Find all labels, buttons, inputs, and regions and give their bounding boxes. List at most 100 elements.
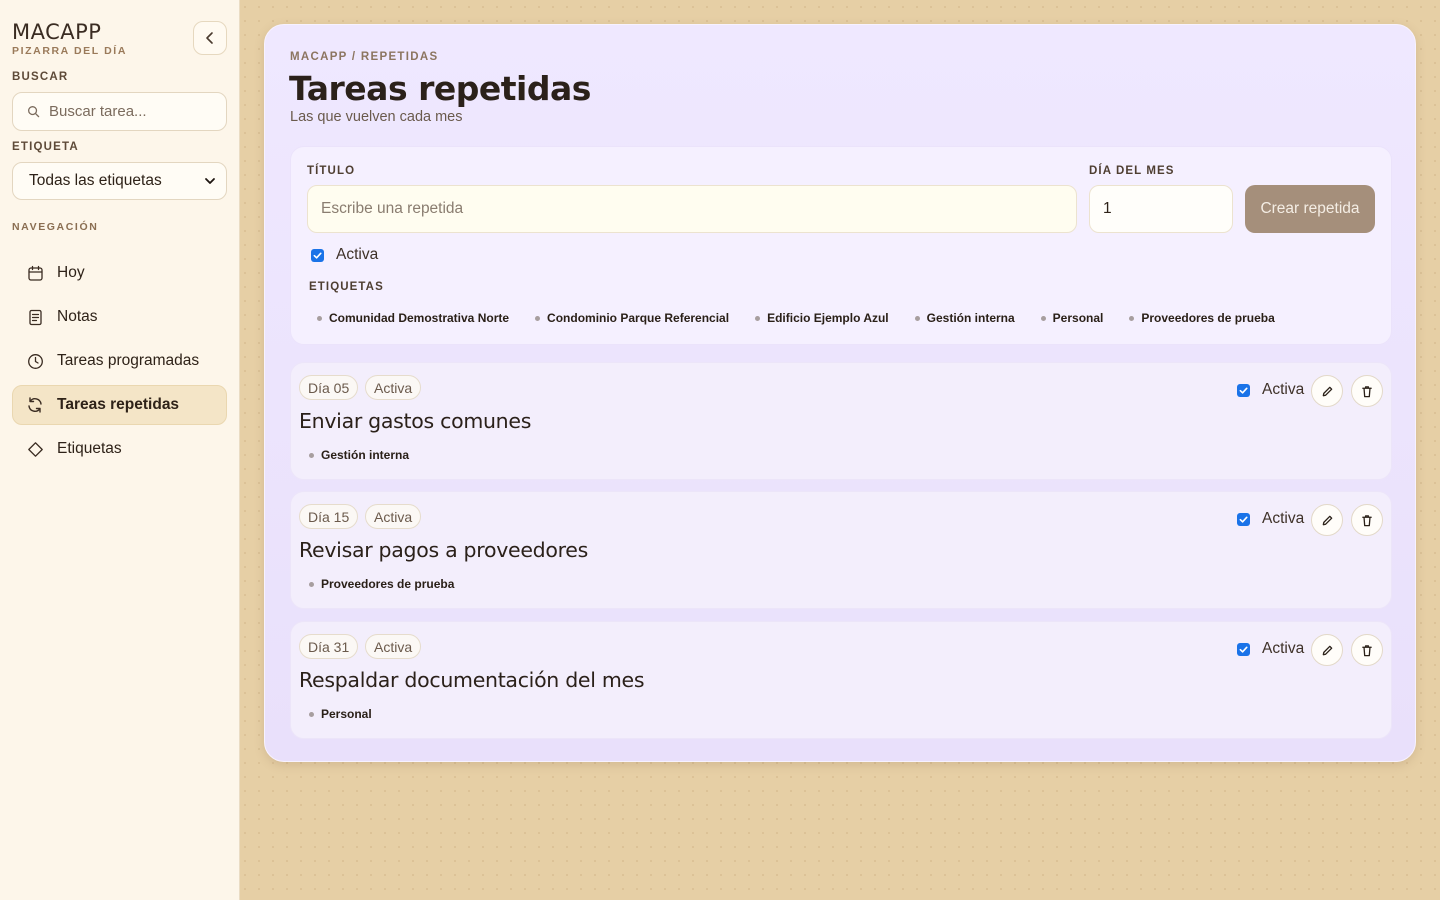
document-icon bbox=[25, 307, 45, 327]
check-icon bbox=[313, 252, 322, 259]
sidebar-item-tareas-repetidas[interactable]: Tareas repetidas bbox=[12, 385, 227, 425]
form-active-toggle[interactable]: Activa bbox=[311, 246, 378, 264]
search-icon bbox=[28, 106, 40, 118]
status-badge: Activa bbox=[365, 375, 422, 400]
sidebar-item-tareas-programadas[interactable]: Tareas programadas bbox=[12, 341, 227, 381]
breadcrumb: MACAPP / REPETIDAS bbox=[290, 51, 439, 63]
sidebar-item-hoy[interactable]: Hoy bbox=[12, 253, 227, 293]
active-label: Activa bbox=[1262, 510, 1305, 527]
delete-button[interactable] bbox=[1351, 375, 1383, 407]
edit-button[interactable] bbox=[1311, 634, 1343, 666]
day-field-label: DÍA DEL MES bbox=[1089, 165, 1175, 177]
chevron-down-icon bbox=[205, 178, 215, 184]
pencil-icon bbox=[1322, 645, 1332, 655]
task-tag-label: Personal bbox=[321, 707, 372, 721]
tag-options: Comunidad Demostrativa Norte Condominio … bbox=[309, 307, 1293, 329]
search-field[interactable] bbox=[12, 92, 227, 131]
tag-dot bbox=[1040, 315, 1046, 321]
sidebar-item-etiquetas[interactable]: Etiquetas bbox=[12, 429, 227, 469]
sidebar-item-label: Tareas repetidas bbox=[57, 396, 180, 413]
active-checkbox[interactable] bbox=[1237, 642, 1250, 656]
check-icon bbox=[1239, 516, 1248, 523]
trash-icon bbox=[1362, 514, 1372, 526]
tag-option-label: Gestión interna bbox=[926, 311, 1015, 325]
task-title: Revisar pagos a proveedores bbox=[299, 538, 588, 562]
day-badge: Día 05 bbox=[299, 375, 359, 400]
pencil-icon bbox=[1322, 515, 1332, 525]
tag-filter-label: ETIQUETA bbox=[12, 141, 79, 153]
page-subtitle: Las que vuelven cada mes bbox=[290, 109, 463, 125]
collapse-sidebar-button[interactable] bbox=[193, 21, 227, 55]
task-title: Enviar gastos comunes bbox=[299, 409, 532, 433]
status-badge: Activa bbox=[365, 504, 422, 529]
tag-dot bbox=[535, 315, 541, 321]
trash-icon bbox=[1362, 644, 1372, 656]
tag-icon bbox=[25, 439, 45, 459]
pencil-icon bbox=[1322, 386, 1332, 396]
tag-option[interactable]: Condominio Parque Referencial bbox=[527, 307, 737, 329]
task-tag-label: Gestión interna bbox=[321, 448, 410, 462]
active-label: Activa bbox=[1262, 640, 1305, 657]
tag-option-label: Edificio Ejemplo Azul bbox=[767, 311, 889, 325]
tags-field-label: ETIQUETAS bbox=[309, 281, 384, 293]
delete-button[interactable] bbox=[1351, 504, 1383, 536]
trash-icon bbox=[1362, 385, 1372, 397]
search-label: BUSCAR bbox=[12, 71, 69, 83]
sidebar: MACAPP PIZARRA DEL DÍA BUSCAR ETIQUETA T… bbox=[0, 0, 240, 900]
tag-dot bbox=[914, 315, 920, 321]
tag-dot bbox=[309, 711, 314, 717]
task-tag: Gestión interna bbox=[301, 444, 417, 466]
day-badge: Día 31 bbox=[299, 634, 359, 659]
tag-option-label: Personal bbox=[1052, 311, 1104, 325]
edit-button[interactable] bbox=[1311, 375, 1343, 407]
task-tag: Personal bbox=[301, 703, 380, 725]
create-repeated-button[interactable]: Crear repetida bbox=[1245, 185, 1375, 233]
tag-option[interactable]: Gestión interna bbox=[907, 307, 1023, 329]
task-active-toggle[interactable]: Activa bbox=[1237, 381, 1304, 399]
tag-filter-select[interactable]: Todas las etiquetas bbox=[12, 162, 227, 200]
tag-dot bbox=[1129, 315, 1135, 321]
nav-label: NAVEGACIÓN bbox=[12, 221, 99, 233]
chevron-left-icon bbox=[206, 32, 213, 44]
create-repeated-form: TÍTULO DÍA DEL MES Crear repetida Activa… bbox=[290, 146, 1392, 345]
sidebar-item-label: Etiquetas bbox=[57, 440, 122, 457]
active-label: Activa bbox=[336, 246, 379, 263]
clock-icon bbox=[25, 351, 45, 371]
active-label: Activa bbox=[1262, 381, 1305, 398]
task-active-toggle[interactable]: Activa bbox=[1237, 640, 1304, 658]
tag-option-label: Condominio Parque Referencial bbox=[547, 311, 730, 325]
active-checkbox[interactable] bbox=[1237, 512, 1250, 526]
tag-option-label: Proveedores de prueba bbox=[1141, 311, 1275, 325]
task-title: Respaldar documentación del mes bbox=[299, 668, 645, 692]
status-badge: Activa bbox=[365, 634, 422, 659]
repeated-task-item: Día 15 Activa Revisar pagos a proveedore… bbox=[290, 491, 1392, 609]
tag-dot bbox=[755, 315, 761, 321]
sidebar-item-label: Tareas programadas bbox=[57, 352, 200, 369]
sidebar-nav: Hoy Notas Tareas programadas Tareas repe… bbox=[12, 253, 227, 473]
sidebar-item-label: Notas bbox=[57, 308, 98, 325]
tag-dot bbox=[309, 581, 314, 587]
calendar-icon bbox=[25, 263, 45, 283]
page-title: Tareas repetidas bbox=[289, 69, 591, 108]
delete-button[interactable] bbox=[1351, 634, 1383, 666]
title-input[interactable] bbox=[307, 185, 1077, 233]
task-tag: Proveedores de prueba bbox=[301, 573, 462, 595]
repeated-task-item: Día 05 Activa Enviar gastos comunes Gest… bbox=[290, 362, 1392, 480]
tag-dot bbox=[309, 452, 314, 458]
check-icon bbox=[1239, 646, 1248, 653]
tag-option[interactable]: Comunidad Demostrativa Norte bbox=[309, 307, 517, 329]
active-checkbox[interactable] bbox=[1237, 383, 1250, 397]
refresh-icon bbox=[25, 395, 45, 415]
active-checkbox[interactable] bbox=[311, 248, 324, 262]
tag-option[interactable]: Proveedores de prueba bbox=[1121, 307, 1282, 329]
sidebar-item-notas[interactable]: Notas bbox=[12, 297, 227, 337]
search-input[interactable] bbox=[49, 103, 209, 120]
edit-button[interactable] bbox=[1311, 504, 1343, 536]
day-of-month-input[interactable] bbox=[1089, 185, 1233, 233]
task-active-toggle[interactable]: Activa bbox=[1237, 510, 1304, 528]
day-badge: Día 15 bbox=[299, 504, 359, 529]
tag-option[interactable]: Edificio Ejemplo Azul bbox=[747, 307, 897, 329]
tag-option[interactable]: Personal bbox=[1033, 307, 1112, 329]
tag-option-label: Comunidad Demostrativa Norte bbox=[329, 311, 510, 325]
tag-filter-value: Todas las etiquetas bbox=[29, 172, 162, 189]
